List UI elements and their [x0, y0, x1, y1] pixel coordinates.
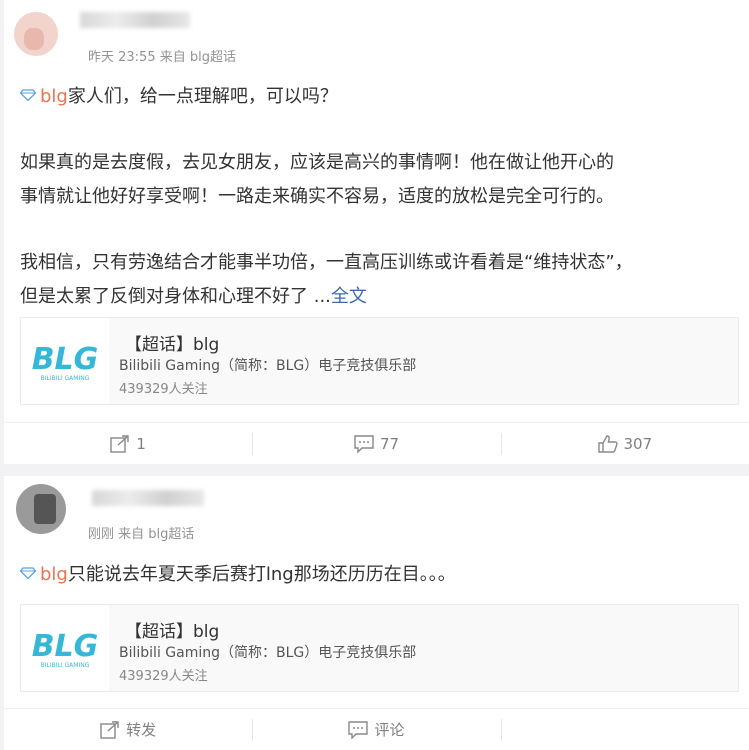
supertopic-followers: 439329人关注 — [119, 669, 208, 684]
like-button[interactable] — [500, 709, 749, 750]
thumbs-up-icon — [597, 434, 618, 453]
blg-logo: BLG BILIBILI GAMING — [21, 605, 109, 691]
logo-subtext: BILIBILI GAMING — [41, 662, 90, 669]
repost-icon — [110, 434, 130, 453]
logo-text: BLG — [32, 342, 99, 377]
post-text-line: 但是太累了反倒对身体和心理不好了 — [20, 286, 308, 307]
post-meta: 昨天 23:55 来自 blg超话 — [88, 50, 236, 65]
repost-label: 转发 — [126, 721, 157, 739]
like-count: 307 — [623, 434, 653, 453]
weibo-post: 刚刚 来自 blg超话 blg只能说去年夏天季后赛打lng那场还历历在目。。。 … — [4, 476, 749, 750]
user-avatar[interactable] — [14, 12, 58, 56]
supertopic-card[interactable]: BLG BILIBILI GAMING 【超话】blg Bilibili Gam… — [20, 317, 739, 405]
post-text-line: 家人们，给一点理解吧，可以吗？ — [67, 86, 338, 107]
comment-icon — [348, 720, 369, 739]
post-body: blg家人们，给一点理解吧，可以吗？ 如果真的是去度假，去见女朋友，应该是高兴的… — [20, 80, 735, 314]
supertopic-desc: Bilibili Gaming（简称：BLG）电子竞技俱乐部 — [119, 358, 417, 374]
user-avatar[interactable] — [16, 484, 66, 534]
supertopic-followers: 439329人关注 — [119, 382, 208, 397]
supertopic-desc: Bilibili Gaming（简称：BLG）电子竞技俱乐部 — [119, 645, 417, 661]
logo-subtext: BILIBILI GAMING — [41, 375, 90, 382]
repost-button[interactable]: 转发 — [4, 709, 252, 750]
post-text-line: 如果真的是去度假，去见女朋友，应该是高兴的事情啊！他在做让他开心的 — [20, 152, 614, 173]
repost-icon — [100, 720, 119, 739]
topic-label: blg — [40, 564, 68, 585]
supertopic-title: 【超话】blg — [125, 335, 220, 355]
comment-button[interactable]: 评论 — [252, 709, 500, 750]
post-meta: 刚刚 来自 blg超话 — [88, 527, 195, 542]
supertopic-title: 【超话】blg — [125, 622, 220, 642]
logo-text: BLG — [32, 629, 99, 664]
like-button[interactable]: 307 — [500, 423, 749, 464]
action-bar: 1 77 307 — [4, 422, 749, 464]
post-text-line: 事情就让他好好享受啊！一路走来确实不容易，适度的放松是完全可行的。 — [20, 186, 614, 207]
comment-button[interactable]: 77 — [252, 423, 500, 464]
username-blurred[interactable] — [92, 490, 204, 506]
repost-button[interactable]: 1 — [4, 423, 252, 464]
repost-count: 1 — [136, 434, 146, 453]
action-bar: 转发 评论 — [4, 708, 749, 750]
supertopic-card[interactable]: BLG BILIBILI GAMING 【超话】blg Bilibili Gam… — [20, 604, 739, 692]
post-text-line: 我相信，只有劳逸结合才能事半功倍，一直高压训练或许看着是“维持状态”， — [20, 252, 633, 273]
username-blurred[interactable] — [80, 12, 190, 28]
diamond-icon — [20, 567, 36, 579]
topic-link[interactable]: blg — [20, 564, 68, 585]
post-text-line: 只能说去年夏天季后赛打lng那场还历历在目。。。 — [67, 564, 456, 585]
comment-count: 77 — [379, 434, 400, 453]
ellipsis: ... — [308, 286, 331, 307]
comment-icon — [354, 434, 374, 453]
blg-logo: BLG BILIBILI GAMING — [21, 318, 109, 404]
weibo-post: 昨天 23:55 来自 blg超话 blg家人们，给一点理解吧，可以吗？ 如果真… — [4, 0, 749, 464]
comment-label: 评论 — [374, 721, 405, 739]
topic-label: blg — [40, 86, 68, 107]
full-text-link[interactable]: 全文 — [331, 286, 367, 307]
topic-link[interactable]: blg — [20, 86, 68, 107]
post-body: blg只能说去年夏天季后赛打lng那场还历历在目。。。 — [20, 558, 735, 592]
diamond-icon — [20, 89, 36, 101]
